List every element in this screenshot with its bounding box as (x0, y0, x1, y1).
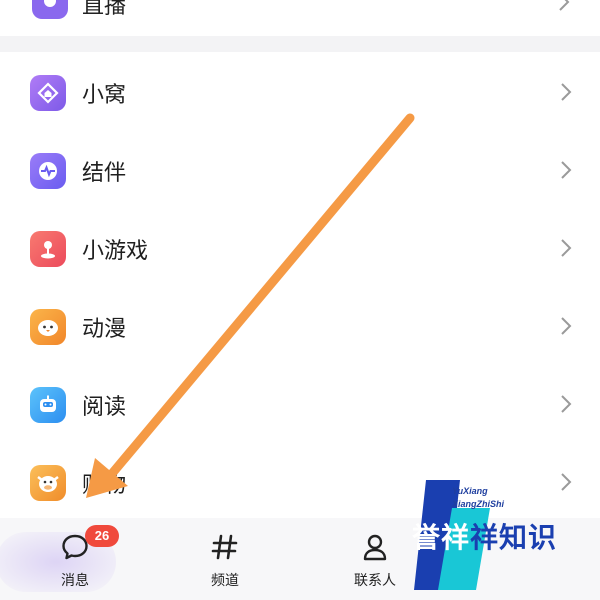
menu-item-reading[interactable]: 阅读 (0, 366, 600, 444)
pulse-icon (30, 153, 66, 189)
menu-item-xiaowo[interactable]: 小窝 (0, 54, 600, 132)
chevron-right-icon (560, 82, 572, 106)
section-divider (0, 36, 600, 52)
cow-icon (30, 465, 66, 501)
home-icon (30, 75, 66, 111)
hash-icon (211, 534, 238, 560)
watermark-title-main: 誉祥 (412, 521, 471, 554)
joystick-icon (30, 231, 66, 267)
menu-item-label: 阅读 (82, 395, 127, 420)
chevron-right-icon (560, 238, 572, 262)
unread-badge: 26 (85, 525, 119, 547)
chick-icon (30, 309, 66, 345)
menu-item-label: 动漫 (82, 317, 127, 342)
tab-messages[interactable]: 26 消息 (30, 518, 120, 600)
watermark: YuXiang XiangZhiShi 誉祥祥知识 (412, 480, 600, 590)
watermark-line1: YuXiang (452, 486, 488, 496)
menu-item-label: 结伴 (82, 161, 127, 186)
chevron-right-icon (560, 394, 572, 418)
menu-item-label: 直播 (82, 0, 127, 19)
menu-item-anime[interactable]: 动漫 (0, 288, 600, 366)
tab-channels[interactable]: 频道 (180, 518, 270, 600)
menu-item-label: 购物 (82, 473, 127, 498)
menu-item-minigame[interactable]: 小游戏 (0, 210, 600, 288)
tab-label: 频道 (211, 573, 239, 589)
watermark-title-tail: 祥知识 (470, 521, 558, 554)
live-icon (32, 0, 68, 19)
chevron-right-icon (560, 316, 572, 340)
menu-item-jieban[interactable]: 结伴 (0, 132, 600, 210)
tab-label: 联系人 (354, 573, 396, 589)
menu-item-live[interactable]: 直播 (0, 0, 600, 36)
menu-item-label: 小窝 (82, 83, 127, 108)
menu-item-label: 小游戏 (82, 239, 149, 264)
watermark-title: 誉祥祥知识 (412, 516, 557, 556)
tab-label: 消息 (61, 573, 89, 589)
book-bot-icon (30, 387, 66, 423)
tab-contacts[interactable]: 联系人 (330, 518, 420, 600)
person-icon (363, 534, 387, 561)
watermark-line2: XiangZhiShi (452, 499, 505, 509)
chevron-right-icon (560, 160, 572, 184)
chevron-right-icon (558, 0, 570, 16)
